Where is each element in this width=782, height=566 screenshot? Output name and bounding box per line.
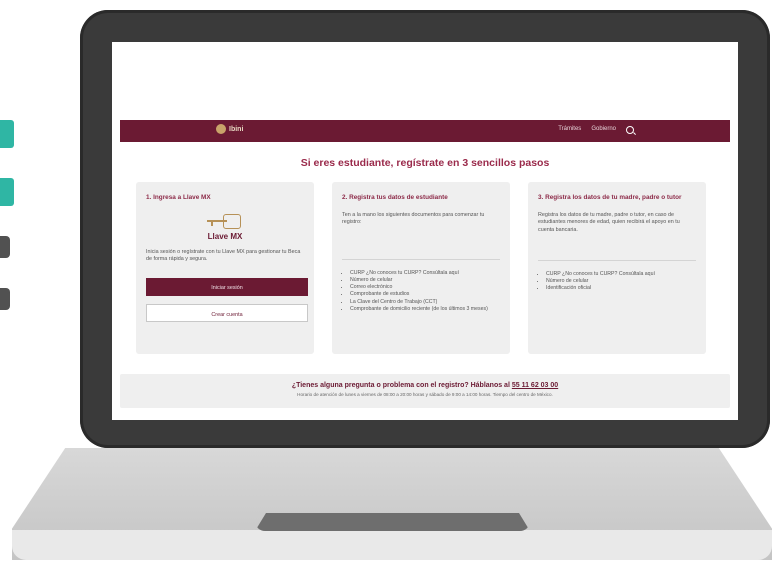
logo[interactable]: Ibini bbox=[216, 124, 243, 134]
help-hours: Horario de atención de lunes a viernes d… bbox=[297, 392, 553, 397]
help-question-text: ¿Tienes alguna pregunta o problema con e… bbox=[291, 382, 510, 389]
help-bar: ¿Tienes alguna pregunta o problema con e… bbox=[120, 374, 730, 408]
step-card-2: 2. Registra tus datos de estudiante Ten … bbox=[332, 182, 510, 354]
list-item: CURP ¿No conoces tu CURP? Consúltala aqu… bbox=[350, 270, 500, 277]
dark-text-fragment bbox=[0, 236, 10, 258]
step-card-3: 3. Registra los datos de tu madre, padre… bbox=[528, 182, 706, 354]
tutor-requirements-list: CURP ¿No conoces tu CURP? Consúltala aqu… bbox=[538, 271, 696, 293]
list-item: Número de celular bbox=[350, 277, 500, 284]
search-icon[interactable] bbox=[626, 126, 634, 134]
list-item: Comprobante de estudios bbox=[350, 291, 500, 298]
list-item: Comprobante de domicilio reciente (de lo… bbox=[350, 306, 500, 313]
step-3-title: 3. Registra los datos de tu madre, padre… bbox=[538, 194, 682, 201]
dark-text-fragment bbox=[0, 288, 10, 310]
create-account-button[interactable]: Crear cuenta bbox=[146, 303, 308, 322]
step-card-1: 1. Ingresa a Llave MX Llave MX Inicia se… bbox=[136, 182, 314, 354]
requirements-list: CURP ¿No conoces tu CURP? Consúltala aqu… bbox=[342, 270, 500, 314]
laptop-base-edge bbox=[12, 530, 772, 560]
teal-text-fragment bbox=[0, 120, 14, 148]
list-item: Correo electrónico bbox=[350, 284, 500, 291]
step-1-text: Inicia sesión o regístrate con tu Llave … bbox=[146, 249, 301, 263]
emblem-icon bbox=[216, 124, 226, 134]
list-item: CURP ¿No conoces tu CURP? Consúltala aqu… bbox=[546, 271, 696, 278]
nav-item-gobierno[interactable]: Gobierno bbox=[591, 126, 616, 134]
laptop-hinge bbox=[255, 513, 530, 531]
login-button[interactable]: Iniciar sesión bbox=[146, 277, 308, 296]
list-item: La Clave del Centro de Trabajo (CCT) bbox=[350, 299, 500, 306]
help-phone-link[interactable]: 55 11 62 03 00 bbox=[512, 382, 558, 389]
site-header: Ibini Trámites Gobierno bbox=[120, 120, 730, 142]
divider bbox=[342, 258, 500, 260]
logo-text: Ibini bbox=[229, 125, 244, 133]
nav-item-tramites[interactable]: Trámites bbox=[558, 126, 581, 134]
help-question: ¿Tienes alguna pregunta o problema con e… bbox=[120, 382, 730, 389]
step-3-text: Registra los datos de tu madre, padre o … bbox=[538, 212, 680, 233]
laptop-screen: Ibini Trámites Gobierno Si eres estudian… bbox=[112, 42, 738, 420]
teal-text-fragment bbox=[0, 178, 14, 206]
step-2-title: 2. Registra tus datos de estudiante bbox=[342, 194, 448, 201]
page-title: Si eres estudiante, regístrate en 3 senc… bbox=[300, 157, 550, 169]
llave-mx-label: Llave MX bbox=[207, 232, 243, 241]
step-1-title: 1. Ingresa a Llave MX bbox=[146, 194, 211, 201]
step-2-text: Ten a la mano los siguientes documentos … bbox=[342, 212, 485, 226]
key-icon bbox=[205, 212, 245, 230]
list-item: Número de celular bbox=[546, 278, 696, 285]
header-nav: Trámites Gobierno bbox=[558, 126, 634, 134]
llave-mx-logo: Llave MX bbox=[146, 212, 304, 241]
list-item: Identificación oficial bbox=[546, 285, 696, 292]
divider bbox=[538, 259, 696, 261]
